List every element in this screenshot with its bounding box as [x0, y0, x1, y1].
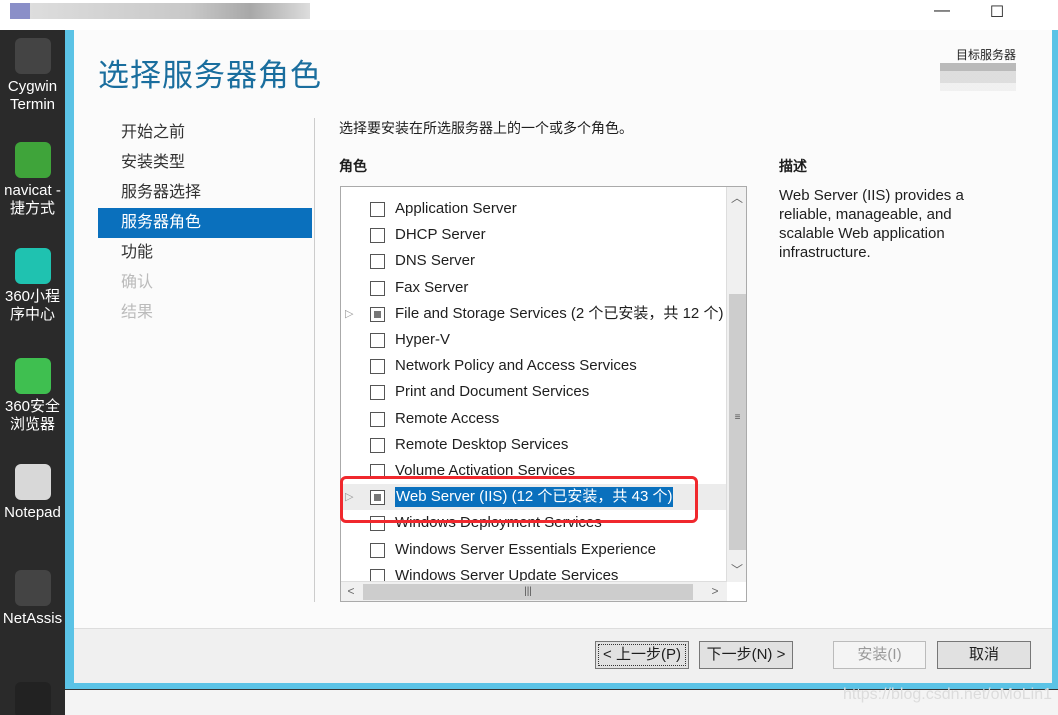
role-label: Network Policy and Access Services [395, 357, 637, 375]
role-item[interactable]: DNS Server [341, 248, 727, 274]
desktop-shortcut[interactable]: Cygwin Termin [0, 38, 65, 114]
role-description: Web Server (IIS) provides a reliable, ma… [779, 187, 964, 261]
desktop-shortcut[interactable]: 360安全浏览器 [0, 358, 65, 434]
add-roles-wizard: 选择服务器角色 目标服务器 开始之前 安装类型 服务器选择 服务器角色 功能确认结果 选… [74, 30, 1052, 683]
role-checkbox[interactable] [370, 254, 385, 270]
role-label: Remote Desktop Services [395, 435, 569, 453]
shortcut-label: NetAssis [2, 610, 63, 627]
maximize-icon[interactable]: ☐ [977, 2, 1017, 24]
grip-icon: ≡ [734, 412, 741, 423]
previous-button[interactable]: < 上一步(P) [595, 641, 689, 669]
role-checkbox[interactable] [370, 385, 385, 401]
desktop-icons: Cygwin Termin navicat - 捷方式 360小程序中心 360安全浏… [0, 30, 65, 715]
scroll-up-icon[interactable]: ︿ [727, 189, 746, 206]
nav-item: 结果 [121, 304, 154, 321]
desktop-shortcut[interactable]: IJ [0, 682, 65, 715]
role-checkbox[interactable] [370, 411, 385, 427]
nav-item[interactable]: 服务器选择 [98, 178, 312, 208]
shortcut-label: navicat - 捷方式 [4, 182, 61, 217]
role-label: Remote Access [395, 409, 500, 427]
page-title: 选择服务器角色 [98, 58, 322, 93]
role-label: DNS Server [395, 252, 476, 270]
next-button[interactable]: 下一步(N) > [699, 641, 793, 669]
highlight-annotation [340, 476, 698, 523]
nav-item[interactable]: 安装类型 [98, 148, 312, 178]
role-checkbox[interactable] [370, 437, 385, 453]
app-icon [14, 570, 51, 606]
shortcut-label: Cygwin Termin [7, 78, 58, 113]
minimize-icon[interactable]: — [922, 2, 962, 24]
title-bar: — ☐ [0, 0, 1058, 30]
nav-item[interactable]: 功能 [98, 238, 312, 268]
app-icon [14, 682, 51, 715]
desktop-shortcut[interactable]: Notepad [0, 464, 65, 522]
role-item[interactable]: Remote Access [341, 406, 727, 432]
role-item[interactable]: ▷ File and Storage Services (2 个已安装，共 12 … [341, 301, 727, 327]
cancel-button[interactable]: 取消 [937, 641, 1031, 669]
role-checkbox[interactable] [370, 280, 385, 296]
desktop-shortcut[interactable]: navicat - 捷方式 [0, 142, 65, 218]
app-icon [14, 248, 51, 284]
app-icon [14, 358, 51, 394]
role-item[interactable]: DHCP Server [341, 222, 727, 248]
vertical-scroll-thumb[interactable]: ≡ [729, 294, 746, 550]
role-item[interactable]: Windows Server Essentials Experience [341, 537, 727, 563]
role-checkbox[interactable] [370, 202, 385, 217]
vertical-scrollbar[interactable]: ︿ ≡ ﹀ [726, 187, 746, 582]
nav-item: 确认 [121, 274, 154, 291]
shortcut-label: 360安全浏览器 [4, 398, 61, 433]
role-item[interactable]: Application Server [341, 196, 727, 222]
horizontal-scroll-thumb[interactable]: ||| [363, 584, 693, 600]
instruction-text: 选择要安装在所选服务器上的一个或多个角色。 [339, 120, 633, 136]
role-label: Hyper-V [395, 331, 451, 348]
expand-arrow-icon[interactable]: ▷ [345, 301, 353, 327]
install-button[interactable]: 安装(I) [833, 641, 926, 669]
scroll-left-icon[interactable]: < [341, 584, 361, 598]
role-label: Application Server [395, 200, 517, 217]
description-header: 描述 [779, 158, 807, 174]
shortcut-label: Notepad [4, 504, 61, 521]
role-checkbox[interactable] [370, 228, 385, 244]
role-label: Windows Server Essentials Experience [395, 540, 656, 558]
scroll-right-icon[interactable]: > [705, 584, 725, 598]
desktop-shortcut[interactable]: 360小程序中心 [0, 248, 65, 324]
role-item[interactable]: Print and Document Services [341, 379, 727, 405]
target-server-label: 目标服务器 [955, 48, 1016, 62]
blurred-title [10, 3, 310, 19]
nav-item[interactable]: 服务器角色 [98, 208, 312, 238]
role-checkbox[interactable] [370, 306, 385, 322]
horizontal-scrollbar[interactable]: < ||| > [341, 581, 727, 601]
role-label: File and Storage Services (2 个已安装，共 12 个… [395, 304, 724, 322]
role-checkbox[interactable] [370, 359, 385, 375]
app-icon [14, 38, 51, 74]
role-item[interactable]: Network Policy and Access Services [341, 353, 727, 379]
roles-header: 角色 [339, 158, 367, 174]
role-item[interactable]: Remote Desktop Services [341, 432, 727, 458]
role-label: Fax Server [395, 278, 469, 296]
role-checkbox[interactable] [370, 333, 385, 348]
app-icon [14, 142, 51, 178]
roles-list[interactable]: Application Server DHCP Server DNS Server F… [340, 186, 747, 602]
nav-item[interactable]: 开始之前 [98, 118, 312, 148]
target-server-blurred [940, 63, 1016, 91]
scroll-down-icon[interactable]: ﹀ [727, 561, 746, 578]
shortcut-label: 360小程序中心 [4, 288, 61, 323]
role-item[interactable]: Hyper-V [341, 327, 727, 353]
watermark: https://blog.csdn.net/oMoLin1 [842, 686, 1052, 703]
wizard-footer: < 上一步(P) 下一步(N) > 安装(I) 取消 [74, 628, 1052, 683]
app-icon [14, 464, 51, 500]
divider [314, 118, 315, 602]
role-item[interactable]: Fax Server [341, 275, 727, 301]
role-label: DHCP Server [395, 226, 486, 244]
desktop-shortcut[interactable]: NetAssis [0, 570, 65, 628]
role-checkbox[interactable] [370, 542, 385, 558]
role-label: Print and Document Services [395, 383, 590, 401]
